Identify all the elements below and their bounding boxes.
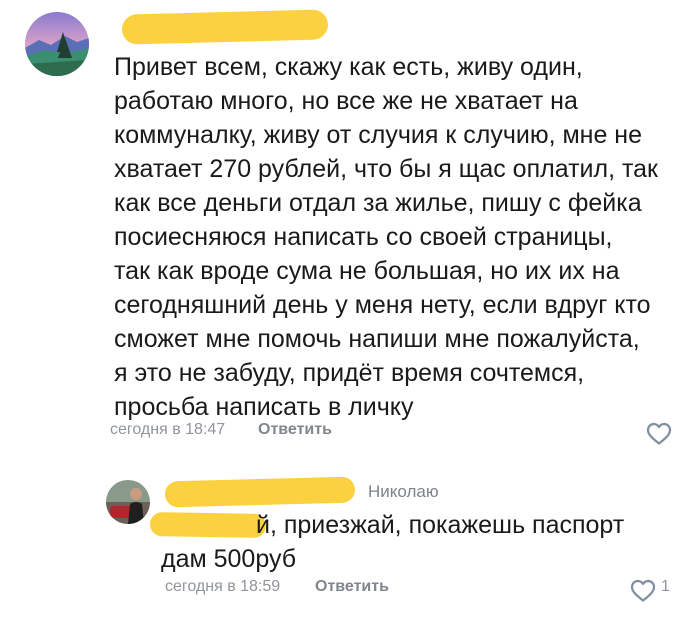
reply-reply-button[interactable]: Ответить: [315, 578, 389, 596]
addressee-name-censored[interactable]: [149, 511, 267, 539]
like-count: 1: [661, 578, 670, 595]
comment-line: я это не забуду, придёт время сочтемся,: [114, 359, 585, 387]
reply-line: дам 500руб: [161, 545, 297, 573]
avatar[interactable]: [25, 12, 89, 76]
reply-line: й, приезжай, покажешь паспорт: [256, 511, 625, 539]
comment-line: просьба написать в личку: [114, 393, 414, 421]
reply-author-censored[interactable]: [164, 476, 356, 508]
comment-line: посиесняюся написать со своей страницы,: [114, 223, 613, 251]
comment-line: сможет мне помочь напиши мне пожалуйста,: [114, 325, 640, 353]
comment-timestamp: сегодня в 18:47: [110, 421, 226, 438]
reply-avatar[interactable]: [106, 480, 150, 524]
comment-line: Привет всем, скажу как есть, живу один,: [114, 53, 583, 81]
comment-line: как все деньги отдал за жилье, пишу с фе…: [114, 189, 642, 217]
comment-line: хватает 270 рублей, что бы я щас оплатил…: [114, 155, 658, 183]
comment-line: коммуналку, живу от случия к случию, мне…: [114, 121, 643, 149]
reply-timestamp: сегодня в 18:59: [165, 578, 281, 595]
avatar-photo-image: [106, 480, 150, 524]
comment-line: сегодняшний день у меня нету, если вдруг…: [114, 291, 651, 319]
comment-text: Привет всем, скажу как есть, живу один, …: [114, 50, 658, 424]
reply-like-button[interactable]: [630, 579, 656, 603]
reply-to-name[interactable]: Николаю: [368, 482, 439, 502]
heart-icon: [630, 579, 656, 602]
reply-button[interactable]: Ответить: [258, 421, 332, 439]
heart-icon: [646, 422, 672, 445]
avatar-landscape-image: [25, 12, 89, 76]
comment-line: работаю много, но все же не хватает на: [114, 87, 578, 115]
like-button[interactable]: [646, 422, 672, 446]
comment-line: так как вроде сума не большая, но их их …: [114, 257, 620, 285]
author-name-censored[interactable]: [121, 9, 329, 45]
